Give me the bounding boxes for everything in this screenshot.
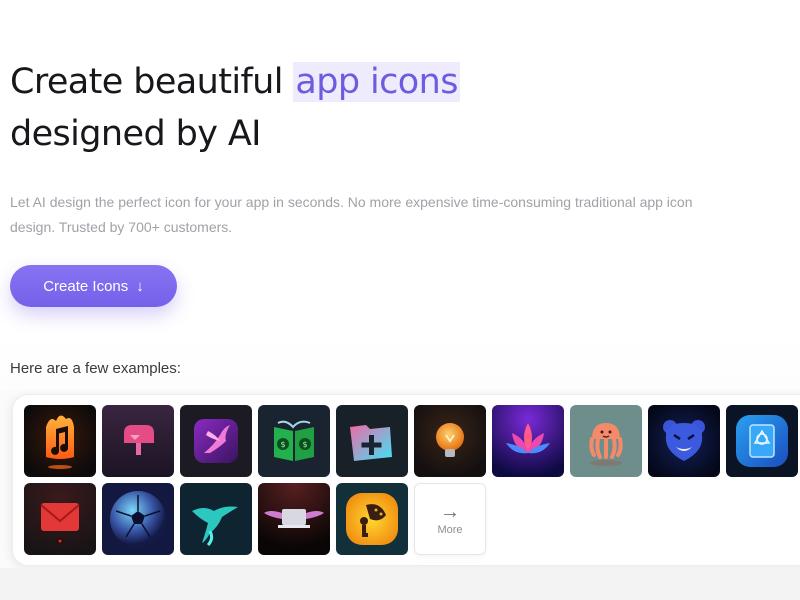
blue-book-icon [726,405,798,477]
example-icon-tile[interactable] [24,483,96,555]
purple-bird-icon [180,405,252,477]
page-bottom-background [0,568,800,600]
example-icon-tile[interactable] [726,405,798,477]
create-icons-label: Create Icons [43,277,129,295]
example-icon-tile[interactable] [180,483,252,555]
example-icon-tile[interactable] [414,405,486,477]
folder-plus-icon [336,405,408,477]
svg-text:$: $ [280,440,285,449]
arrow-right-icon: → [440,500,460,523]
angry-bear-icon [648,405,720,477]
lotus-flower-icon [492,405,564,477]
flaming-music-note-icon [24,405,96,477]
mushroom-person-icon [336,483,408,555]
more-button[interactable]: → More [414,483,486,555]
create-icons-button[interactable]: Create Icons ↓ [10,265,177,307]
hero-title: Create beautiful app icons designed by A… [10,56,460,160]
example-icon-tile[interactable] [492,405,564,477]
examples-label: Here are a few examples: [10,360,181,377]
example-icon-tile[interactable] [258,483,330,555]
example-icon-tile[interactable] [102,405,174,477]
hero-title-highlight: app icons [293,62,460,102]
more-label: More [437,523,463,536]
light-bulb-icon [414,405,486,477]
money-book-icon: $ $ [258,405,330,477]
example-icon-tile[interactable] [180,405,252,477]
hero-title-prefix: Create beautiful [10,62,283,102]
icon-grid: $ $ → More [24,405,798,555]
pink-mailbox-icon [102,405,174,477]
example-icon-tile[interactable]: $ $ [258,405,330,477]
teal-bird-icon [180,483,252,555]
example-icon-tile[interactable] [336,483,408,555]
example-icon-tile[interactable] [102,483,174,555]
hero-subtitle: Let AI design the perfect icon for your … [10,194,693,235]
example-icon-tile[interactable] [24,405,96,477]
winged-laptop-icon [258,483,330,555]
svg-text:$: $ [302,440,307,449]
example-icon-tile[interactable] [336,405,408,477]
example-icon-tile[interactable] [648,405,720,477]
neon-soccer-ball-icon [102,483,174,555]
example-icon-tile[interactable] [570,405,642,477]
jellyfish-icon [570,405,642,477]
arrow-down-icon: ↓ [136,277,144,295]
hero-title-line2: designed by AI [10,114,262,154]
red-envelope-icon [24,483,96,555]
